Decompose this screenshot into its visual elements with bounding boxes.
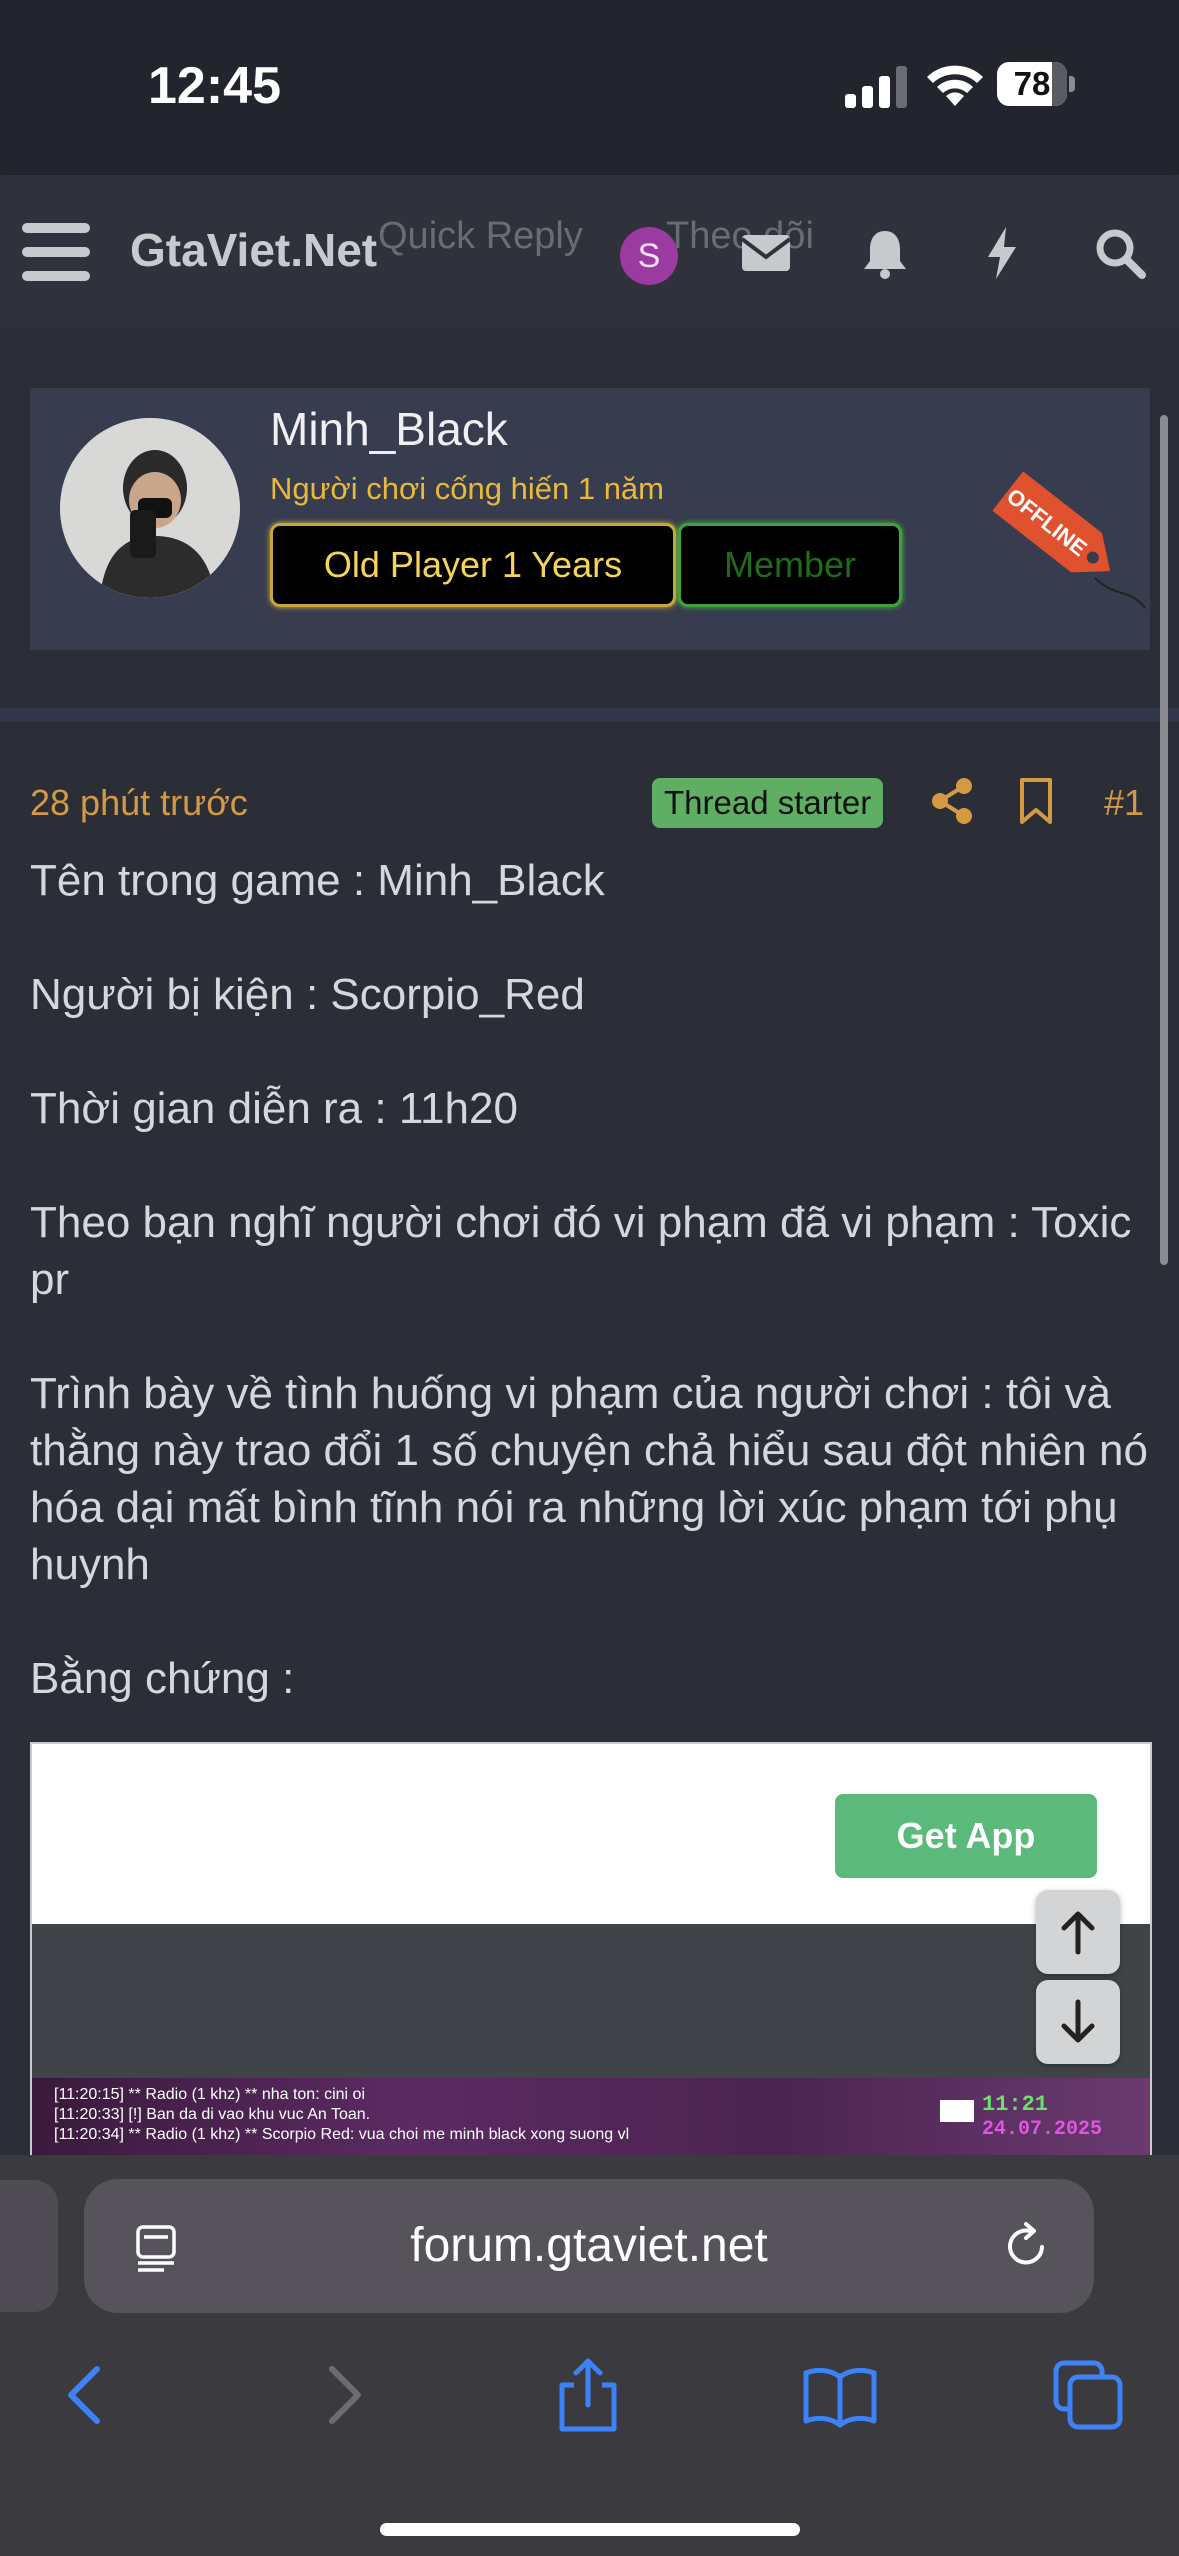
- get-app-button[interactable]: Get App: [835, 1794, 1097, 1878]
- scroll-up-button[interactable]: [1036, 1890, 1120, 1974]
- game-date: 24.07.2025: [982, 2118, 1103, 2141]
- post-body: Tên trong game : Minh_Black Người bị kiệ…: [30, 852, 1160, 1764]
- search-icon[interactable]: [1090, 223, 1150, 283]
- embed-video-area: [32, 1924, 1150, 2082]
- quick-reply-ghost-text: Quick Reply: [378, 215, 583, 257]
- previous-tab-peek[interactable]: [0, 2180, 58, 2312]
- member-badge: Member: [678, 523, 902, 607]
- bookmark-icon[interactable]: [1016, 776, 1056, 826]
- divider: [0, 708, 1179, 722]
- old-player-badge: Old Player 1 Years: [270, 523, 676, 607]
- chat-line: [11:20:34] ** Radio (1 khz) ** Scorpio R…: [54, 2126, 630, 2143]
- cellular-signal-icon: [845, 66, 907, 108]
- profile-tagline: Người chơi cống hiến 1 năm: [270, 471, 664, 506]
- bell-icon[interactable]: [855, 223, 915, 283]
- browser-toolbar: forum.gtaviet.net: [0, 2155, 1179, 2556]
- wifi-icon: [927, 65, 983, 106]
- post-paragraph: Người bị kiện : Scorpio_Red: [30, 970, 585, 1019]
- chat-line: [11:20:33] [!] Ban da di vao khu vuc An …: [54, 2106, 371, 2123]
- bookmarks-icon[interactable]: [800, 2355, 880, 2435]
- bolt-icon[interactable]: [972, 223, 1032, 283]
- reader-mode-icon[interactable]: [132, 2221, 184, 2273]
- post-paragraph: Tên trong game : Minh_Black: [30, 856, 605, 905]
- hud-square: [940, 2100, 974, 2122]
- page-scrollbar[interactable]: [1160, 415, 1168, 1265]
- post-paragraph: Theo bạn nghĩ người chơi đó vi phạm đã v…: [30, 1198, 1132, 1304]
- post-number-link[interactable]: #1: [1104, 782, 1144, 824]
- status-bar: 12:45 78: [0, 0, 1179, 175]
- share-icon[interactable]: [930, 776, 976, 826]
- offline-tag-icon: OFFLINE: [992, 471, 1146, 609]
- post-paragraph: Trình bày về tình huống vi phạm của ngườ…: [30, 1369, 1148, 1589]
- back-icon[interactable]: [47, 2355, 127, 2435]
- profile-card: Minh_Black Người chơi cống hiến 1 năm Ol…: [30, 388, 1150, 650]
- menu-icon[interactable]: [22, 223, 90, 281]
- address-bar[interactable]: forum.gtaviet.net: [84, 2179, 1094, 2313]
- post-paragraph: Bằng chứng :: [30, 1654, 295, 1703]
- status-time: 12:45: [148, 57, 281, 115]
- site-title[interactable]: GtaViet.Net: [130, 223, 377, 277]
- battery-level: 78: [1013, 65, 1051, 102]
- user-avatar[interactable]: S: [620, 227, 678, 285]
- thread-starter-badge: Thread starter: [652, 778, 884, 828]
- reload-icon[interactable]: [1000, 2221, 1052, 2273]
- arrow-down-icon: [1061, 1999, 1095, 2043]
- home-indicator: [380, 2523, 800, 2536]
- mail-icon[interactable]: [736, 223, 796, 283]
- tabs-icon[interactable]: [1048, 2355, 1128, 2435]
- site-navbar: Quick Reply Theo dõi GtaViet.Net S: [0, 175, 1179, 327]
- chat-line: [11:20:15] ** Radio (1 khz) ** nha ton: …: [54, 2086, 365, 2103]
- embedded-evidence: Get App [11:20:15] ** Radio (1 khz) ** n…: [30, 1742, 1152, 2158]
- forward-icon[interactable]: [302, 2355, 382, 2435]
- address-url[interactable]: forum.gtaviet.net: [84, 2179, 1094, 2313]
- scroll-down-button[interactable]: [1036, 1980, 1120, 2064]
- post-timestamp[interactable]: 28 phút trước: [30, 782, 248, 824]
- profile-username[interactable]: Minh_Black: [270, 402, 508, 456]
- battery-indicator: 78: [997, 62, 1075, 106]
- profile-avatar[interactable]: [60, 418, 240, 598]
- game-screenshot[interactable]: [11:20:15] ** Radio (1 khz) ** nha ton: …: [32, 2078, 1150, 2156]
- arrow-up-icon: [1061, 1911, 1095, 1955]
- post-paragraph: Thời gian diễn ra : 11h20: [30, 1084, 518, 1133]
- game-clock: 11:21: [982, 2092, 1049, 2117]
- share-sheet-icon[interactable]: [548, 2355, 628, 2435]
